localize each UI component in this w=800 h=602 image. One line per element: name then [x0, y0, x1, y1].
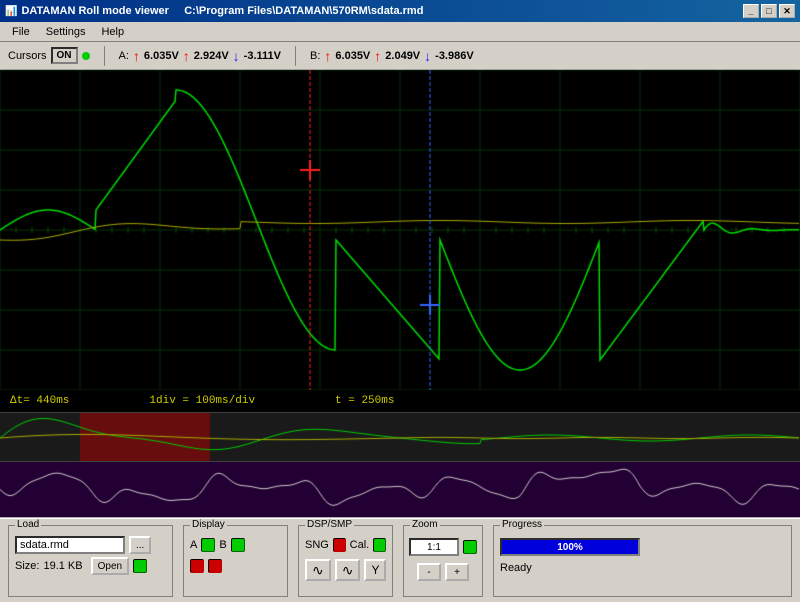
display-red1-indicator[interactable]	[190, 559, 204, 573]
time-delta: Δt= 440ms	[10, 395, 69, 407]
mini-scope	[0, 412, 800, 462]
dsp-btn3[interactable]: Y	[364, 559, 386, 581]
cursor-a-val3: -3.111V	[244, 50, 281, 62]
titlebar: 📊 DATAMAN Roll mode viewer C:\Program Fi…	[0, 0, 800, 22]
bottom-panel: Load ... Size: 19.1 KB Open Display A B	[0, 517, 800, 602]
zoom-plus-button[interactable]: +	[445, 563, 469, 581]
close-button[interactable]: ✕	[779, 4, 795, 18]
cursor-b-val3: -3.986V	[435, 50, 474, 62]
main-scope-canvas[interactable]	[0, 70, 800, 390]
sng-indicator[interactable]	[333, 538, 346, 552]
cursor-b-down-icon: ↓	[424, 48, 431, 64]
cursor-on-indicator	[82, 52, 90, 60]
cal-indicator[interactable]	[373, 538, 386, 552]
mini-scope-canvas[interactable]	[0, 413, 800, 462]
size-value: 19.1 KB	[43, 560, 82, 572]
time-position: t = 250ms	[335, 395, 394, 407]
menubar: File Settings Help	[0, 22, 800, 42]
separator-2	[295, 46, 296, 66]
zoom-ratio: 1:1	[411, 540, 457, 554]
sng-label: SNG	[305, 539, 329, 551]
time-div: 1div = 100ms/div	[149, 395, 255, 407]
minimize-button[interactable]: _	[743, 4, 759, 18]
menu-settings[interactable]: Settings	[38, 24, 94, 40]
browse-button[interactable]: ...	[129, 536, 151, 554]
titlebar-left: 📊 DATAMAN Roll mode viewer C:\Program Fi…	[5, 5, 423, 17]
cursor-b-section: B: ↑ 6.035V ↑ 2.049V ↓ -3.986V	[310, 48, 474, 64]
cal-label: Cal.	[350, 539, 370, 551]
display-a-indicator[interactable]	[201, 538, 215, 552]
cursors-section: Cursors ON	[8, 47, 90, 64]
progress-bar-fill: 100%	[502, 540, 638, 554]
zoom-display: 1:1	[409, 538, 459, 556]
app-icon: 📊	[5, 6, 17, 17]
open-button[interactable]: Open	[91, 557, 129, 575]
time-axis-bar: Δt= 440ms 1div = 100ms/div t = 250ms	[0, 390, 800, 412]
progress-percent: 100%	[557, 542, 583, 553]
cursor-b-val1: 6.035V	[335, 50, 370, 62]
purple-scope	[0, 462, 800, 517]
display-a-label: A	[190, 539, 197, 551]
progress-panel: Progress 100% Ready	[493, 525, 792, 597]
cursor-b-up-icon: ↑	[324, 48, 331, 64]
zoom-indicator	[463, 540, 477, 554]
cursor-a-val1: 6.035V	[144, 50, 179, 62]
size-label: Size:	[15, 560, 39, 572]
cursor-b-label: B:	[310, 50, 320, 62]
load-label: Load	[15, 519, 41, 530]
display-label: Display	[190, 519, 227, 530]
display-b-indicator[interactable]	[231, 538, 245, 552]
progress-label: Progress	[500, 519, 544, 530]
menu-help[interactable]: Help	[93, 24, 132, 40]
cursor-a-section: A: ↑ 6.035V ↑ 2.924V ↓ -3.111V	[119, 48, 281, 64]
cursor-toolbar: Cursors ON A: ↑ 6.035V ↑ 2.924V ↓ -3.111…	[0, 42, 800, 70]
display-red2-indicator[interactable]	[208, 559, 222, 573]
cursors-label: Cursors	[8, 50, 47, 62]
cursor-a-label: A:	[119, 50, 129, 62]
cursor-a-up2-icon: ↑	[183, 48, 190, 64]
maximize-button[interactable]: □	[761, 4, 777, 18]
menu-file[interactable]: File	[4, 24, 38, 40]
zoom-panel: Zoom 1:1 - +	[403, 525, 483, 597]
progress-status: Ready	[500, 562, 785, 574]
cursor-b-up2-icon: ↑	[374, 48, 381, 64]
dsp-panel: DSP/SMP SNG Cal. ∿ ∿ Y	[298, 525, 393, 597]
cursor-on-button[interactable]: ON	[51, 47, 78, 64]
zoom-label: Zoom	[410, 519, 440, 530]
separator-1	[104, 46, 105, 66]
dsp-btn1[interactable]: ∿	[305, 559, 331, 581]
dsp-label: DSP/SMP	[305, 519, 354, 530]
filename-input[interactable]	[15, 536, 125, 554]
purple-scope-canvas[interactable]	[0, 462, 800, 517]
progress-bar-container: 100%	[500, 538, 640, 556]
display-b-label: B	[219, 539, 226, 551]
zoom-minus-button[interactable]: -	[417, 563, 441, 581]
load-panel: Load ... Size: 19.1 KB Open	[8, 525, 173, 597]
open-indicator	[133, 559, 147, 573]
display-panel: Display A B	[183, 525, 288, 597]
titlebar-buttons: _ □ ✕	[743, 4, 795, 18]
cursor-a-val2: 2.924V	[194, 50, 229, 62]
cursor-a-down-icon: ↓	[233, 48, 240, 64]
scope-wrapper	[0, 70, 800, 390]
titlebar-title: DATAMAN Roll mode viewer C:\Program File…	[21, 5, 423, 17]
cursor-a-up-icon: ↑	[133, 48, 140, 64]
dsp-btn2[interactable]: ∿	[335, 559, 361, 581]
cursor-b-val2: 2.049V	[385, 50, 420, 62]
